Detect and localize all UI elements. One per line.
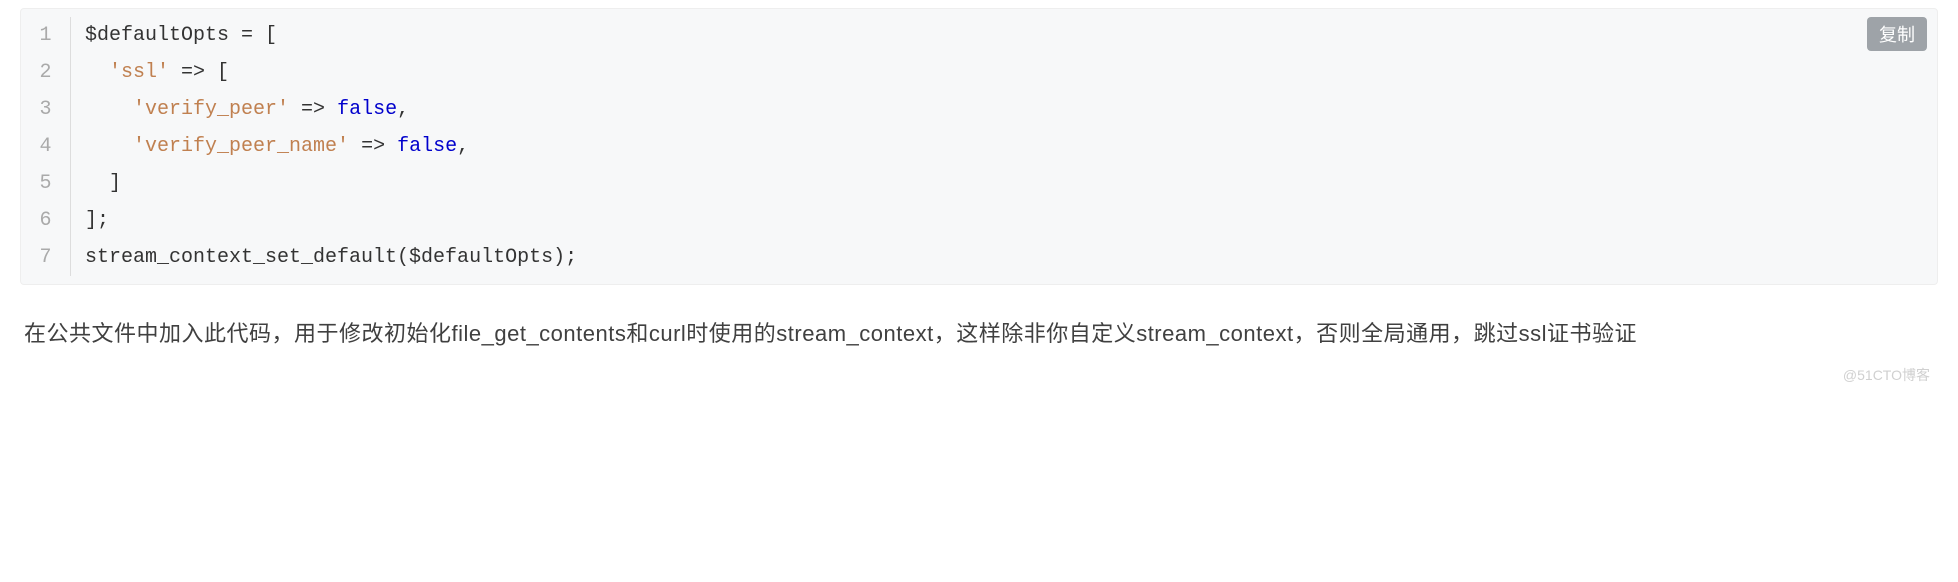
line-number: 6 — [21, 202, 71, 239]
code-lines: 1$defaultOpts = [2 'ssl' => [3 'verify_p… — [21, 17, 1937, 276]
line-number: 1 — [21, 17, 71, 54]
code-block: 复制 1$defaultOpts = [2 'ssl' => [3 'verif… — [20, 8, 1938, 285]
code-row: 4 'verify_peer_name' => false, — [21, 128, 1937, 165]
article-paragraph: 在公共文件中加入此代码，用于修改初始化file_get_contents和cur… — [24, 313, 1934, 355]
line-number: 5 — [21, 165, 71, 202]
line-code: ]; — [71, 202, 109, 239]
code-row: 1$defaultOpts = [ — [21, 17, 1937, 54]
line-number: 2 — [21, 54, 71, 91]
code-row: 6]; — [21, 202, 1937, 239]
line-code: ] — [71, 165, 121, 202]
line-code: 'ssl' => [ — [71, 54, 229, 91]
line-code: $defaultOpts = [ — [71, 17, 277, 54]
line-code: 'verify_peer' => false, — [71, 91, 409, 128]
line-code: stream_context_set_default($defaultOpts)… — [71, 239, 577, 276]
code-row: 5 ] — [21, 165, 1937, 202]
line-code: 'verify_peer_name' => false, — [71, 128, 469, 165]
line-number: 4 — [21, 128, 71, 165]
code-row: 2 'ssl' => [ — [21, 54, 1937, 91]
line-number: 3 — [21, 91, 71, 128]
watermark: @51CTO博客 — [20, 365, 1938, 385]
code-row: 3 'verify_peer' => false, — [21, 91, 1937, 128]
code-row: 7stream_context_set_default($defaultOpts… — [21, 239, 1937, 276]
line-number: 7 — [21, 239, 71, 276]
copy-button[interactable]: 复制 — [1867, 17, 1927, 51]
